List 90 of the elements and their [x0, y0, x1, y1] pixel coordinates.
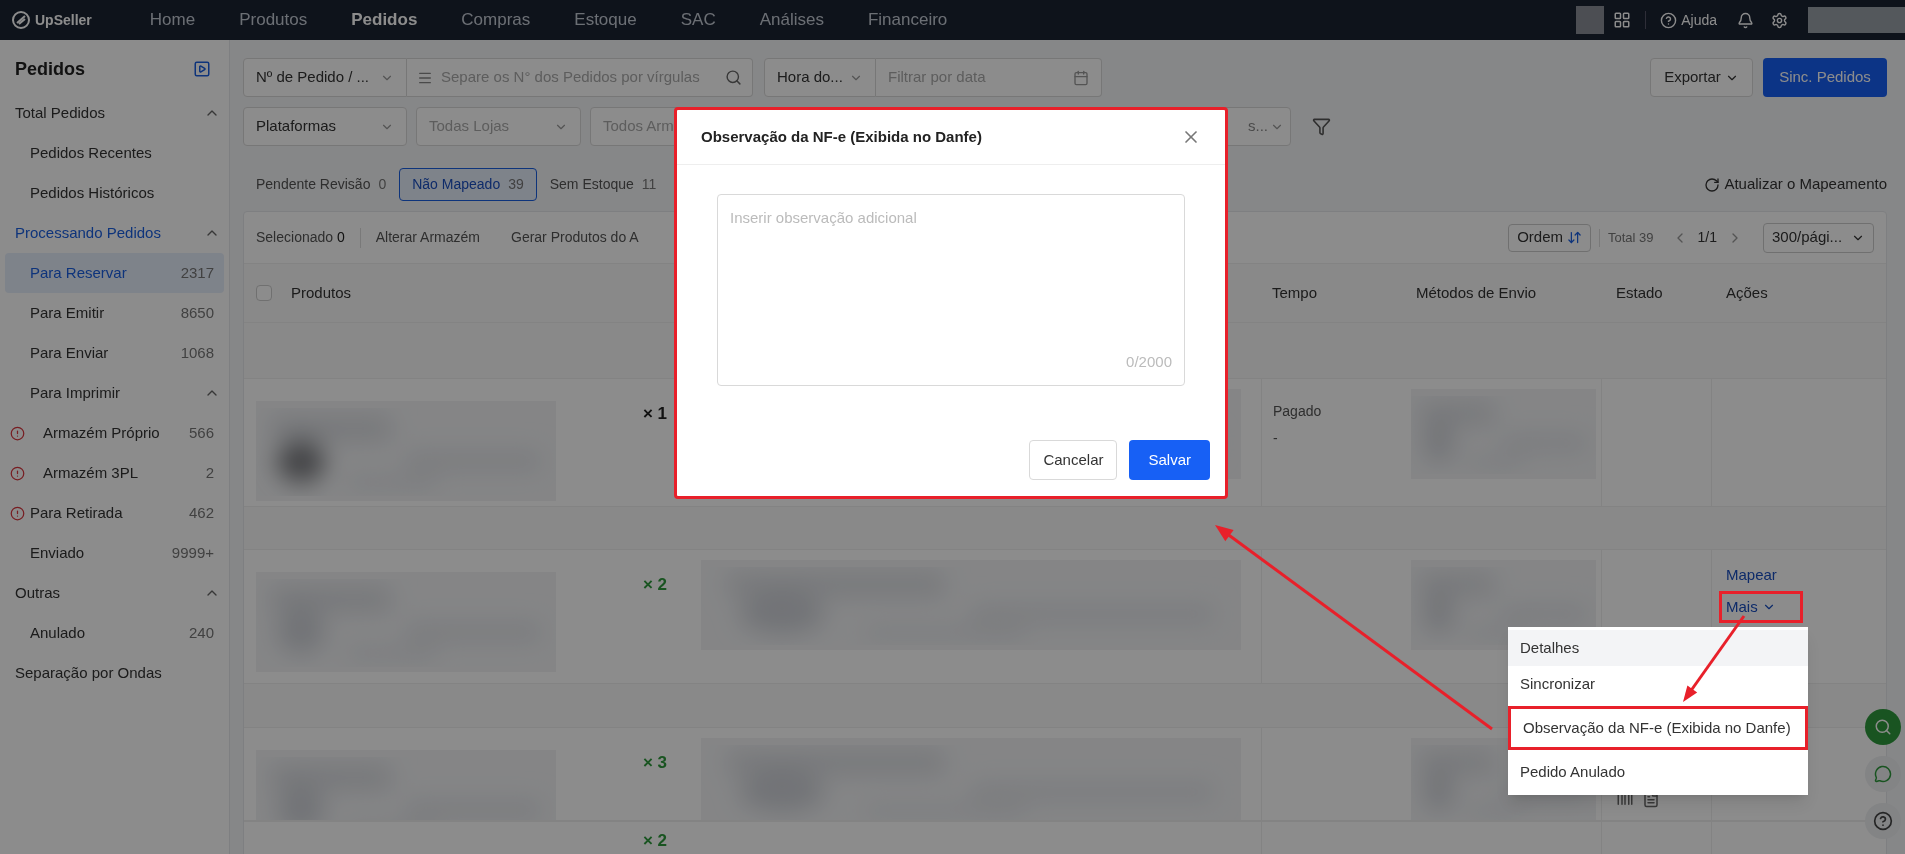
save-button[interactable]: Salvar [1129, 440, 1210, 480]
sidebar-item[interactable]: Anulado 240 [5, 613, 224, 653]
sidebar-group[interactable]: Processando Pedidos [5, 213, 224, 253]
toolbar-action[interactable]: Alterar Armazém [375, 227, 480, 248]
item-count: 462 [188, 502, 215, 523]
nav-tab[interactable]: Compras [461, 7, 531, 33]
column-header: Ações [1725, 282, 1769, 303]
search-icon [1874, 718, 1892, 736]
logo-icon [11, 10, 31, 30]
status-tab[interactable]: Sem Estoque 11 [536, 168, 670, 201]
sidebar-item[interactable]: Para Reservar 2317 [5, 253, 224, 293]
avatar [1576, 6, 1605, 34]
sidebar-title: Pedidos [15, 57, 85, 81]
checkbox[interactable] [256, 285, 272, 301]
item-count: 9999+ [171, 542, 215, 563]
collapse-icon[interactable] [193, 60, 211, 78]
sidebar-group[interactable]: Separação por Ondas [5, 653, 224, 693]
character-counter: 0/2000 [1126, 351, 1172, 372]
help-icon [1873, 811, 1893, 831]
search-icon[interactable] [725, 69, 742, 86]
column-header: Métodos de Envio [1415, 282, 1538, 303]
tab-count: 11 [641, 175, 657, 194]
bell-icon[interactable] [1737, 11, 1754, 29]
dialog-title: Observação da NF-e (Exibida no Danfe) [701, 126, 982, 147]
brand-name: UpSeller [35, 10, 92, 30]
quantity: × 2 [642, 830, 667, 852]
sidebar-item[interactable]: Pedidos Históricos [5, 173, 224, 213]
sidebar-item[interactable]: Enviado 9999+ [5, 533, 224, 573]
export-button[interactable]: Exportar [1650, 58, 1753, 97]
time-type-select[interactable]: Hora do... [764, 58, 876, 97]
sidebar-item[interactable]: Armazém 3PL 2 [5, 453, 224, 493]
order-type-select[interactable]: Nº de Pedido / ... [243, 58, 407, 97]
toolbar-action[interactable]: Gerar Produtos do A [511, 227, 639, 248]
row-action-link[interactable]: Mais [1719, 591, 1803, 623]
item-count: 240 [188, 622, 215, 643]
sidebar-group[interactable]: Total Pedidos [5, 93, 224, 133]
sidebar-item[interactable]: Pedidos Recentes [5, 133, 224, 173]
nav-tab[interactable]: Estoque [574, 7, 637, 33]
calendar-icon [1073, 69, 1089, 86]
refresh-button[interactable]: Atualizar o Mapeamento [1704, 173, 1887, 196]
apps-icon[interactable] [1613, 11, 1632, 29]
sort-button[interactable]: Ordem [1508, 223, 1591, 252]
total-count: Total 39 [1608, 228, 1654, 247]
column-header: Tempo [1271, 282, 1319, 303]
nav-tab[interactable]: Análises [759, 7, 824, 33]
sidebar-group[interactable]: Outras [5, 573, 224, 613]
item-count: 566 [188, 422, 215, 443]
tab-count: 0 [378, 175, 387, 194]
time-status: - [1273, 429, 1279, 448]
quantity: × 2 [642, 574, 667, 596]
nav-tab[interactable]: Pedidos [351, 7, 418, 33]
tab-count: 39 [508, 175, 524, 194]
quantity: × 3 [642, 752, 667, 774]
refresh-icon [1704, 176, 1721, 193]
nav-tab[interactable]: Home [149, 7, 196, 33]
nav-tab[interactable]: Produtos [239, 7, 308, 33]
menu-item[interactable]: Observação da NF-e (Exibida no Danfe) [1508, 706, 1808, 750]
page-indicator: 1/1 [1697, 228, 1717, 247]
sidebar-item[interactable]: Para Retirada 462 [5, 493, 224, 533]
platform-select[interactable]: Plataformas [243, 107, 407, 146]
quantity: × 1 [642, 403, 667, 425]
page-size-select[interactable]: 300/pági... [1763, 222, 1874, 253]
selected-count: Selecionado 0 [256, 228, 345, 247]
sort-icon [1567, 230, 1582, 245]
column-header: Estado [1615, 282, 1664, 303]
column-header: Produtos [291, 282, 352, 303]
chat-icon [1874, 765, 1892, 783]
item-count: 1068 [180, 342, 215, 363]
item-count: 2317 [180, 262, 215, 283]
help-button[interactable]: Ajuda [1660, 9, 1717, 31]
status-tab[interactable]: Não Mapeado 39 [399, 168, 537, 201]
filter-icon[interactable] [1312, 117, 1331, 136]
help-icon [1660, 11, 1678, 29]
time-status: Pagado [1273, 402, 1323, 421]
status-tab[interactable]: Pendente Revisão 0 [243, 168, 400, 201]
sidebar-item[interactable]: Para Imprimir [5, 373, 224, 413]
sidebar-item[interactable]: Armazém Próprio 566 [5, 413, 224, 453]
cancel-button[interactable]: Cancelar [1029, 440, 1118, 480]
row-action-link[interactable]: Mapear [1719, 559, 1803, 591]
sidebar-item[interactable]: Para Enviar 1068 [5, 333, 224, 373]
nav-tab[interactable]: SAC [680, 7, 716, 33]
menu-item[interactable]: Pedido Anulado [1508, 754, 1808, 790]
menu-item[interactable]: Sincronizar [1508, 666, 1808, 702]
item-count: 2 [205, 462, 215, 483]
item-count: 8650 [180, 302, 215, 323]
sidebar-item[interactable]: Para Emitir 8650 [5, 293, 224, 333]
nav-tab[interactable]: Financeiro [867, 7, 948, 33]
sync-button[interactable]: Sinc. Pedidos [1763, 58, 1887, 97]
menu-item[interactable]: Detalhes [1508, 630, 1808, 666]
settings-icon[interactable] [1771, 11, 1788, 29]
